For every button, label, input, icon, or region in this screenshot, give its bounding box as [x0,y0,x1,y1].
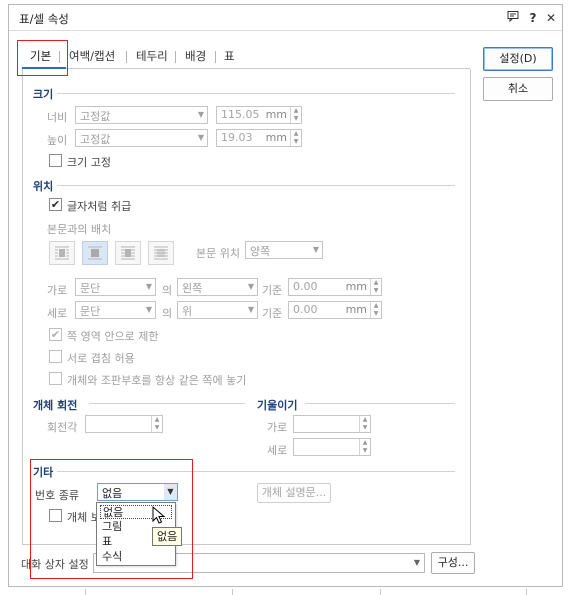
tilt-vertical-label: 세로 [267,444,288,457]
horizontal-label: 가로 [47,284,68,297]
spin-arrows-icon[interactable]: ▲ ▼ [290,107,301,123]
wrap-behind-icon[interactable] [148,241,174,265]
tilt-divider [305,403,455,404]
body-arrange-label: 본문과의 배치 [47,223,112,236]
chevron-down-icon: ▼ [413,558,420,567]
tab-margin-caption[interactable]: 여백/캡션 [69,48,115,64]
rotation-angle-label: 회전각 [47,421,78,434]
of-label: 의 [162,307,173,320]
title-bar: 표/셀 속성 ? ✕ [9,5,562,31]
help-icon[interactable]: ? [525,10,541,26]
ok-button[interactable]: 설정(D) [483,47,553,71]
width-label: 너비 [47,111,68,124]
size-divider [57,93,455,94]
same-page-label: 개체와 조판부호를 항상 같은 쪽에 놓기 [67,374,247,387]
ruler-tick [526,589,527,595]
height-input[interactable]: 19.03 mm ▲ ▼ [216,129,302,147]
chevron-down-icon: ▼ [197,133,204,142]
size-section-label: 크기 [33,88,54,101]
horizontal-offset-input[interactable]: 0.00 mm ▲ ▼ [288,278,382,296]
chevron-down-icon: ▼ [312,245,319,254]
position-section-label: 위치 [33,180,54,193]
base-label: 기준 [262,284,283,297]
body-pos-label: 본문 위치 [196,247,240,260]
same-page-checkbox[interactable] [49,372,62,385]
highlight-box-other [30,459,193,579]
rotation-section-label: 개체 회전 [33,399,78,412]
base-label: 기준 [262,307,283,320]
cancel-button[interactable]: 취소 [483,77,553,101]
wrap-in-front-icon[interactable] [115,241,141,265]
allow-overlap-label: 서로 겹침 허용 [67,352,135,365]
vertical-ref-combo[interactable]: 문단 ▼ [75,301,156,319]
tab-table[interactable]: 표 [224,48,235,64]
tilt-horizontal-input[interactable]: ▲ ▼ [293,415,371,433]
limit-to-page-checkbox[interactable]: ✔ [49,328,62,341]
wrap-top-bottom-icon[interactable] [82,241,108,265]
tilt-vertical-input[interactable]: ▲ ▼ [293,438,371,456]
spin-arrows-icon[interactable]: ▲ ▼ [151,416,162,432]
treat-as-char-checkbox[interactable]: ✔ [49,198,62,211]
tilt-horizontal-label: 가로 [267,421,288,434]
wrap-square-icon[interactable] [49,241,75,265]
height-mode-combo[interactable]: 고정값 ▼ [75,129,208,147]
vertical-label: 세로 [47,307,68,320]
close-icon[interactable]: ✕ [543,10,559,26]
spin-arrows-icon[interactable]: ▲ ▼ [370,302,381,318]
ruler-tick [232,589,233,595]
spin-arrows-icon[interactable]: ▲ ▼ [370,279,381,295]
tilt-section-label: 기울이기 [257,399,298,412]
chevron-down-icon: ▼ [247,282,254,291]
chevron-down-icon: ▼ [247,305,254,314]
spin-arrows-icon[interactable]: ▲ ▼ [359,439,370,455]
vertical-offset-input[interactable]: 0.00 mm ▲ ▼ [288,301,382,319]
spin-arrows-icon[interactable]: ▲ ▼ [359,416,370,432]
height-label: 높이 [47,134,68,147]
dialog-title: 표/셀 속성 [19,12,69,26]
chevron-down-icon: ▼ [145,305,152,314]
width-mode-combo[interactable]: 고정값 ▼ [75,106,208,124]
tab-separator [175,51,176,63]
lock-size-checkbox[interactable] [49,154,62,167]
horizontal-dir-combo[interactable]: 왼쪽 ▼ [177,278,258,296]
width-input[interactable]: 115.05 mm ▲ ▼ [216,106,302,124]
treat-as-char-label: 글자처럼 취급 [67,200,132,213]
message-icon[interactable] [505,10,521,26]
vertical-dir-combo[interactable]: 위 ▼ [177,301,258,319]
body-pos-combo[interactable]: 양쪽 ▼ [245,241,323,259]
spin-arrows-icon[interactable]: ▲ ▼ [290,130,301,146]
allow-overlap-checkbox[interactable] [49,350,62,363]
horizontal-ref-combo[interactable]: 문단 ▼ [75,278,156,296]
chevron-down-icon: ▼ [145,282,152,291]
highlight-box-tab [17,40,68,76]
ruler-tick [85,589,86,595]
tab-separator [126,51,127,63]
rotation-angle-input[interactable]: ▲ ▼ [85,415,163,433]
compose-button[interactable]: 구성... [431,552,475,574]
chevron-down-icon: ▼ [197,110,204,119]
of-label: 의 [162,284,173,297]
tab-background[interactable]: 배경 [185,48,206,64]
rotation-divider [89,403,245,404]
lock-size-label: 크기 고정 [67,156,111,169]
limit-to-page-label: 쪽 영역 안으로 제한 [67,330,159,343]
tab-border[interactable]: 테두리 [136,48,168,64]
tab-separator [215,51,216,63]
object-description-button[interactable]: 개체 설명문... [257,483,331,503]
position-divider [57,185,455,186]
ruler-tick [380,589,381,595]
